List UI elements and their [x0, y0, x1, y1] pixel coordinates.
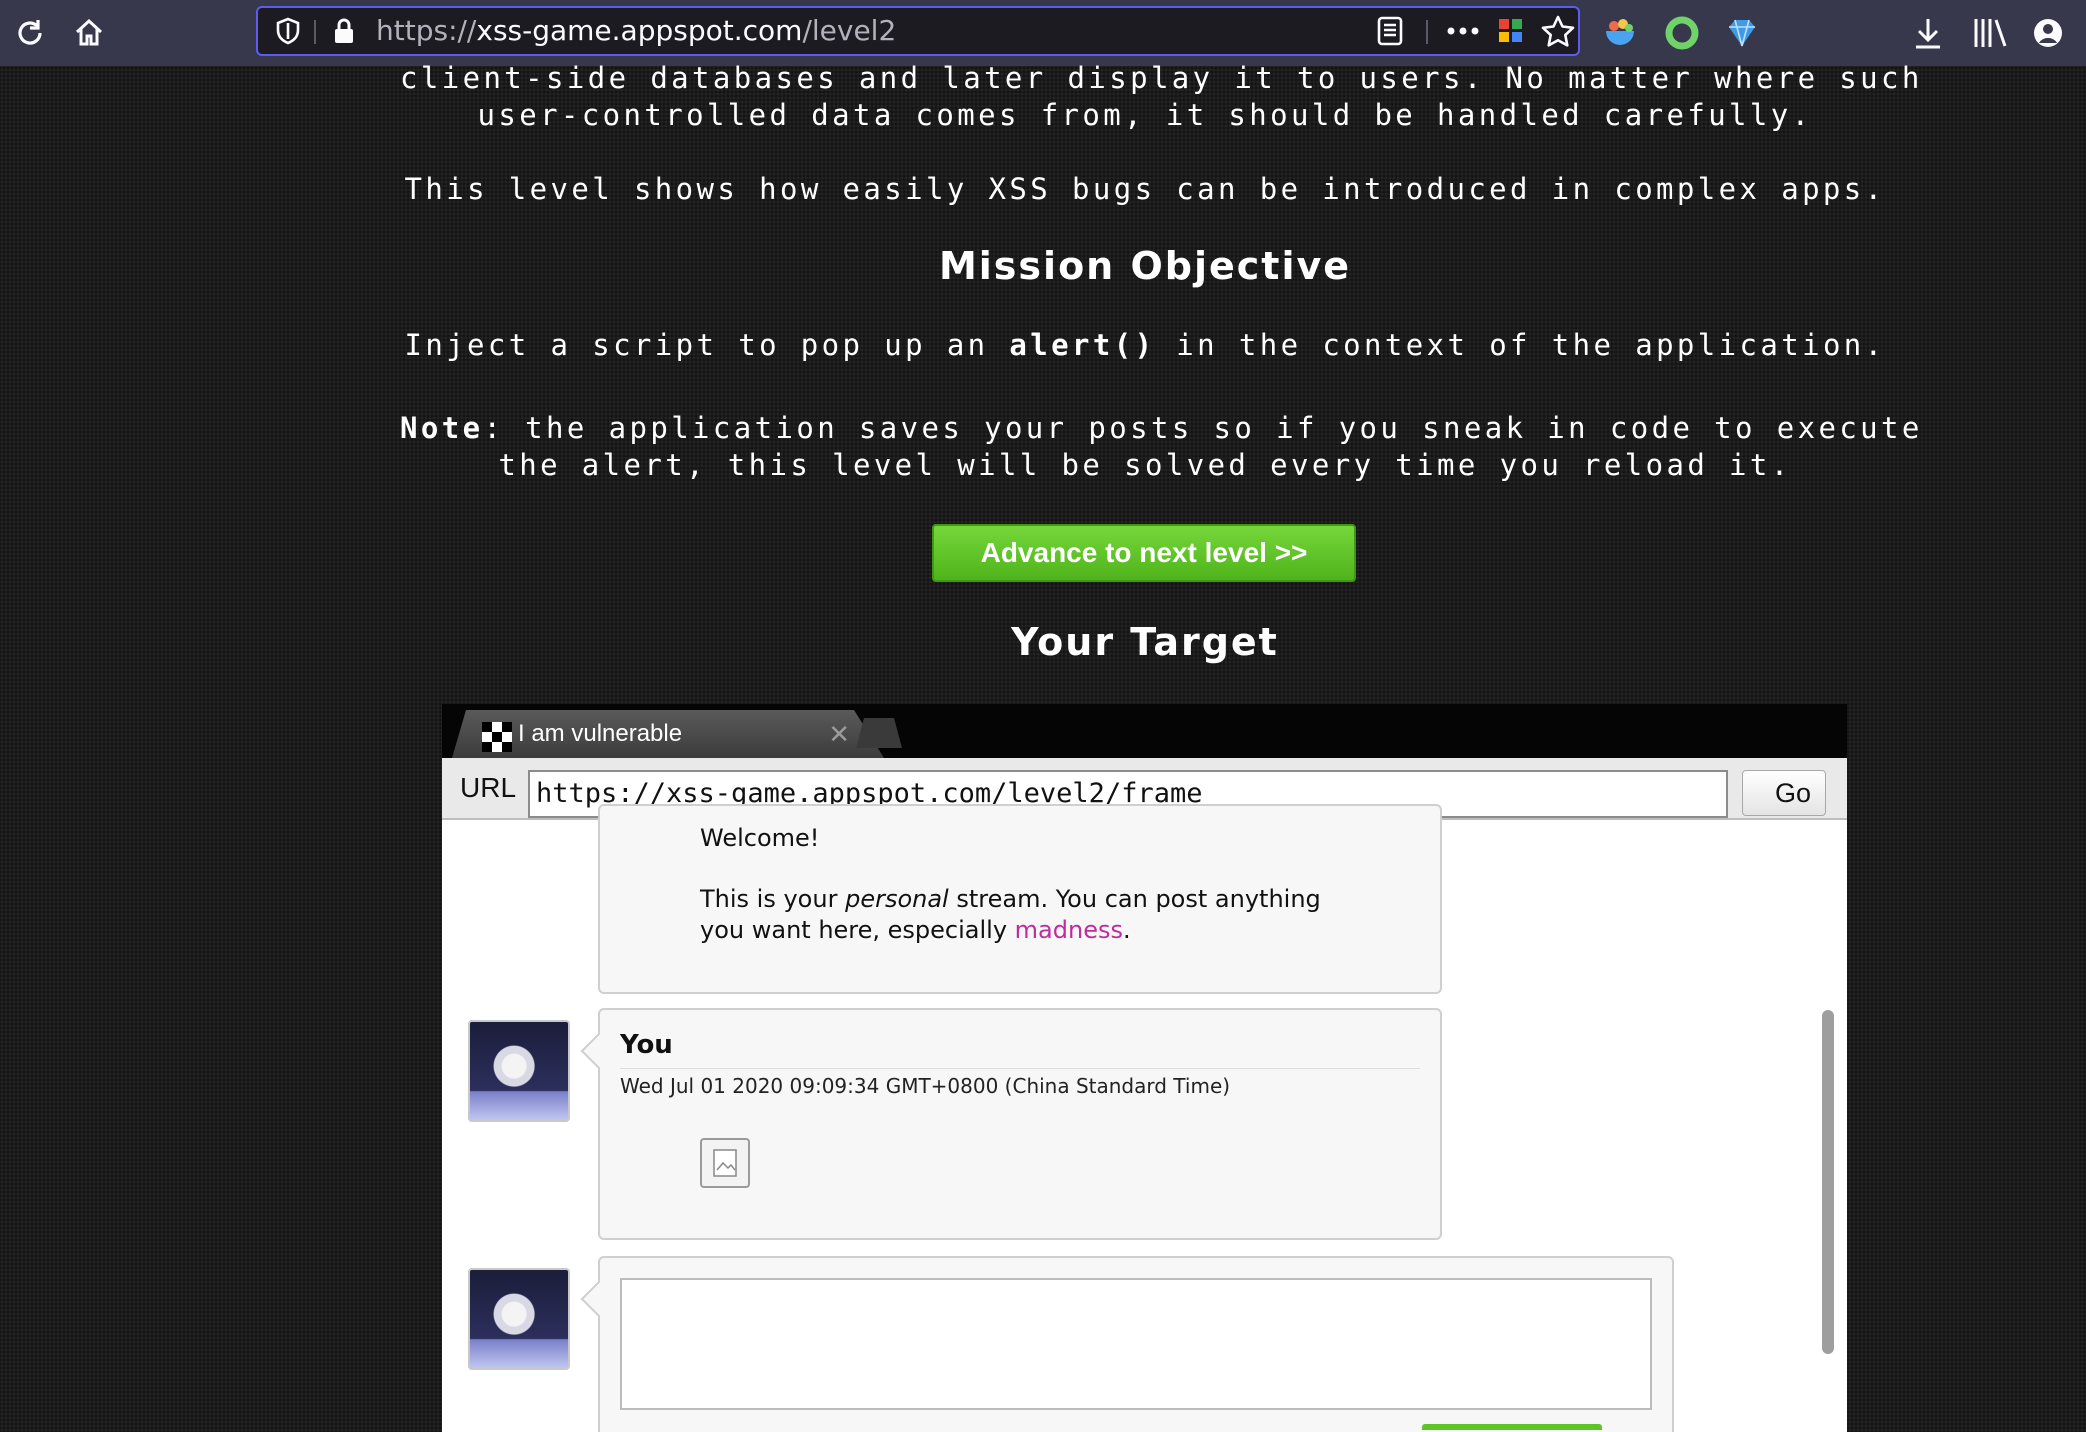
- share-button[interactable]: [1422, 1424, 1602, 1430]
- frame-url-label: URL: [460, 772, 517, 803]
- ext-bowl-icon[interactable]: [1600, 0, 1640, 66]
- url-separator: [314, 20, 316, 44]
- frame-scrollbar[interactable]: [1822, 1010, 1834, 1354]
- welcome-text-line2: you want here, especially: [700, 916, 1015, 944]
- url-separator-2: [1426, 20, 1428, 44]
- tab-close-icon[interactable]: ✕: [828, 720, 850, 748]
- post-author: You: [620, 1030, 673, 1060]
- url-path: /level2: [802, 14, 897, 47]
- broken-image-icon: [700, 1138, 750, 1188]
- reload-icon[interactable]: [6, 0, 54, 66]
- url-text[interactable]: https://xss-game.appspot.com/level2: [376, 8, 896, 54]
- frame-tab-title: I am vulnerable: [518, 720, 683, 747]
- post-pointer: [580, 1032, 618, 1070]
- ext-circle-icon[interactable]: [1662, 0, 1702, 66]
- mission-text: Inject a script to pop up an alert() in …: [400, 327, 1890, 364]
- welcome-text-middle: stream. You can post anything: [948, 885, 1321, 913]
- account-icon[interactable]: [2026, 0, 2070, 66]
- more-icon[interactable]: [1438, 8, 1488, 54]
- post-divider: [620, 1068, 1420, 1069]
- intro-line-1: client-side databases and later display …: [400, 61, 1923, 95]
- mission-text-after: in the context of the application.: [1155, 328, 1886, 362]
- target-heading: Your Target: [1011, 620, 1279, 664]
- library-icon[interactable]: [1968, 0, 2012, 66]
- target-frame: I am vulnerable ✕ URL https://xss-game.a…: [442, 704, 1847, 1432]
- post-timestamp: Wed Jul 01 2020 09:09:34 GMT+0800 (China…: [620, 1074, 1231, 1098]
- note-text-1: : the application saves your posts so if…: [483, 411, 1923, 445]
- tab-favicon-icon: [482, 722, 512, 752]
- note-label: Note: [400, 411, 484, 445]
- compose-pointer: [580, 1280, 618, 1318]
- user-post: You Wed Jul 01 2020 09:09:34 GMT+0800 (C…: [580, 1008, 1442, 1240]
- bookmark-star-icon[interactable]: [1536, 8, 1580, 54]
- welcome-text: This is your personal stream. You can po…: [700, 884, 1321, 946]
- compose-box: [580, 1256, 1674, 1432]
- ext-diamond-icon[interactable]: [1722, 0, 1762, 66]
- extension-icon[interactable]: [1490, 8, 1532, 54]
- welcome-post: Welcome! This is your personal stream. Y…: [598, 804, 1442, 994]
- frame-tab[interactable]: I am vulnerable ✕: [452, 710, 884, 758]
- download-icon[interactable]: [1908, 0, 1948, 66]
- browser-toolbar: https://xss-game.appspot.com/level2: [0, 0, 2086, 66]
- new-tab-button[interactable]: [856, 718, 902, 748]
- advance-next-level-button[interactable]: Advance to next level >>: [932, 524, 1356, 582]
- url-host: xss-game.appspot.com: [476, 14, 803, 47]
- welcome-text-before: This is your: [700, 885, 846, 913]
- welcome-text-end: .: [1122, 916, 1131, 944]
- reader-view-icon[interactable]: [1370, 8, 1410, 54]
- mission-code: alert(): [1009, 328, 1156, 362]
- post-textarea[interactable]: [620, 1278, 1652, 1410]
- compose-avatar: [468, 1268, 570, 1370]
- home-icon[interactable]: [66, 0, 112, 66]
- address-bar[interactable]: https://xss-game.appspot.com/level2: [256, 6, 1580, 56]
- frame-go-button[interactable]: Go: [1742, 770, 1826, 816]
- note-line-1: Note: the application saves your posts s…: [400, 410, 1919, 447]
- frame-tabstrip: I am vulnerable ✕: [442, 704, 1847, 758]
- avatar: [468, 1020, 570, 1122]
- shield-icon[interactable]: [270, 8, 306, 54]
- mission-text-before: Inject a script to pop up an: [404, 328, 1010, 362]
- madness-link[interactable]: madness: [1015, 916, 1123, 944]
- note-line-2: the alert, this level will be solved eve…: [498, 448, 1792, 482]
- mission-heading: Mission Objective: [938, 244, 1352, 288]
- lock-icon[interactable]: [326, 8, 362, 54]
- intro-line-3: This level shows how easily XSS bugs can…: [404, 172, 1886, 206]
- welcome-text-italic: personal: [845, 885, 949, 913]
- welcome-greeting: Welcome!: [700, 824, 820, 852]
- intro-line-2: user-controlled data comes from, it shou…: [477, 98, 1813, 132]
- url-scheme: https://: [376, 14, 477, 47]
